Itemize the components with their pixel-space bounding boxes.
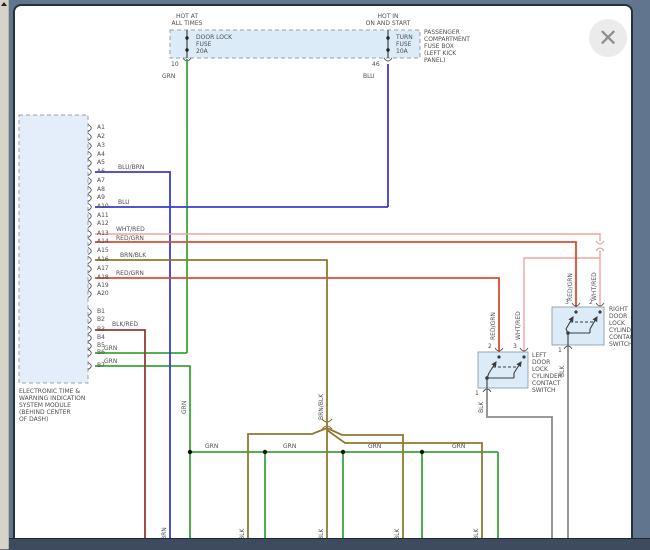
right-switch-box (552, 307, 604, 345)
sw-left-pin-2: 2 (488, 343, 492, 350)
vert-label-whtred-right: WHT/RED (591, 272, 598, 301)
fuse-wire-blu: BLU (363, 73, 375, 80)
hot-at-all-times-label: HOT AT ALL TIMES (158, 13, 216, 27)
vert-label-blk-rightsw: BLK (559, 366, 566, 377)
wire-label-a6: BLU/BRN (118, 164, 144, 171)
vert-label-redgrn-right: RED/GRN (567, 273, 574, 301)
wiring-diagram: HOT AT ALL TIMES HOT IN ON AND START DOO… (13, 4, 633, 542)
module-pin-a11: A11 (97, 212, 109, 219)
module-pin-b5: B5 (97, 342, 105, 349)
module-pin-a4: A4 (97, 151, 105, 158)
module-pin-a5: A5 (97, 159, 105, 166)
vert-label-redgrn-left: RED/GRN (490, 312, 497, 340)
sw-right-pin-1: 1 (558, 347, 562, 354)
wire-label-a13: WHT/RED (116, 226, 145, 233)
close-button[interactable]: ✕ (589, 19, 627, 57)
bus-label-grn-2: GRN (283, 443, 296, 450)
module-pin-a17: A17 (97, 265, 109, 272)
sw-right-pin-2: 2 (589, 299, 593, 306)
module-pin-a10: A10 (97, 203, 109, 210)
turn-fuse-label: TURN FUSE 10A (396, 34, 413, 55)
module-pin-a6: A6 (97, 168, 105, 175)
wire-label-b6: GRN (104, 345, 117, 352)
module-pin-a15: A15 (97, 247, 109, 254)
wire-brown-black (95, 260, 482, 539)
wire-label-b3: BLK/RED (112, 321, 138, 328)
wiring-diagram-canvas (13, 4, 633, 542)
scrollbar-up-icon (1, 2, 7, 6)
wire-blue (95, 64, 388, 539)
module-pin-b3: B3 (97, 326, 105, 333)
left-switch-caption: LEFT DOOR LOCK CYLINDER CONTACT SWITCH (532, 352, 562, 394)
close-icon: ✕ (598, 26, 618, 50)
module-pin-a2: A2 (97, 133, 105, 140)
module-caption: ELECTRONIC TIME & WARNING INDICATION SYS… (19, 388, 85, 423)
module-pin-a1: A1 (97, 124, 105, 131)
wire-label-a18: RED/GRN (116, 270, 144, 277)
vert-label-blk-leftsw: BLK (478, 402, 485, 413)
fuse-pin-46: 46 (372, 61, 380, 68)
sw-right-pin-3: 3 (565, 299, 569, 306)
module-pin-b2: B2 (97, 316, 105, 323)
bus-label-grn-4: GRN (452, 443, 465, 450)
window-bottom-bar (8, 538, 650, 550)
wire-red-green (95, 242, 576, 352)
module-pin-a19: A19 (97, 282, 109, 289)
module-pin-b6: B6 (97, 349, 105, 356)
module-pin-a16: A16 (97, 256, 109, 263)
wire-label-a14: RED/GRN (116, 235, 144, 242)
fuse-box-caption: PASSENGER COMPARTMENT FUSE BOX (LEFT KIC… (424, 29, 470, 64)
module-pin-a7: A7 (97, 177, 105, 184)
right-switch-caption: RIGHT DOOR LOCK CYLINDER CONTACT SWITCH (609, 306, 633, 348)
door-lock-fuse-label: DOOR LOCK FUSE 20A (196, 34, 232, 55)
module-pin-b1: B1 (97, 308, 105, 315)
module-pin-a20: A20 (97, 290, 109, 297)
page-scrollbar[interactable] (0, 0, 9, 549)
wire-label-a16: BRN/BLK (120, 252, 146, 259)
module-pin-a8: A8 (97, 186, 105, 193)
fuse-wire-grn: GRN (162, 73, 175, 80)
bus-label-grn-3: GRN (368, 443, 381, 450)
vert-label-grn: GRN (181, 401, 188, 414)
module-pin-a14: A14 (97, 238, 109, 245)
bus-label-grn-1: GRN (205, 443, 218, 450)
module-pin-a18: A18 (97, 274, 109, 281)
module-pin-b4: B4 (97, 334, 105, 341)
module-pin-a12: A12 (97, 220, 109, 227)
sw-left-pin-1: 1 (475, 390, 479, 397)
wire-label-a10: BLU (118, 199, 130, 206)
fuse-pin-10: 10 (171, 61, 179, 68)
connector-whtred-icon (596, 241, 604, 251)
vert-label-brnblk: BRN/BLK (318, 394, 325, 420)
hot-in-on-and-start-label: HOT IN ON AND START (352, 13, 424, 27)
diagram-viewer-panel: HOT AT ALL TIMES HOT IN ON AND START DOO… (13, 4, 633, 542)
module-pin-a9: A9 (97, 194, 105, 201)
wire-green (95, 59, 498, 539)
wire-label-b7: GRN (104, 358, 117, 365)
sw-left-pin-3: 3 (513, 343, 517, 350)
left-switch-box (478, 352, 528, 388)
vert-label-whtred-left: WHT/RED (515, 311, 522, 340)
module-pin-b7: B7 (97, 362, 105, 369)
module-pin-a13: A13 (97, 230, 109, 237)
module-pin-a3: A3 (97, 142, 105, 149)
module-box-outline (19, 115, 88, 383)
